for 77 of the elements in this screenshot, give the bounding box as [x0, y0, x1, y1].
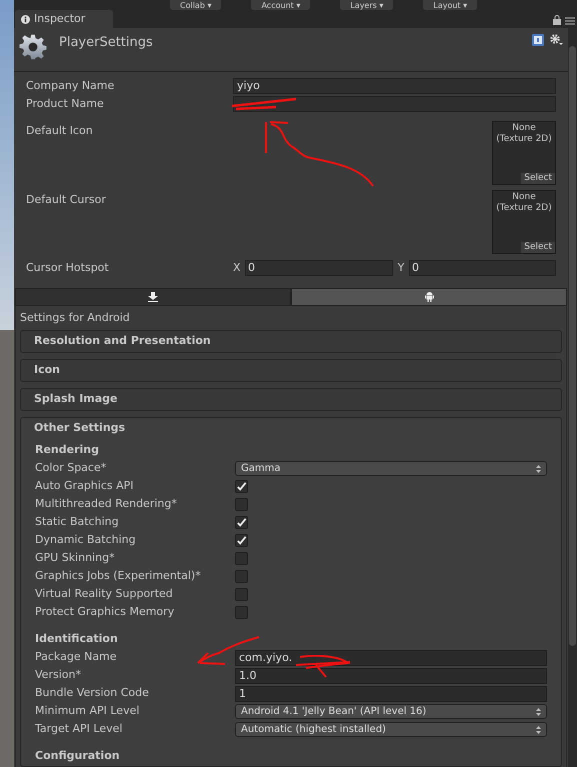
download-icon	[148, 292, 158, 302]
foldout-section[interactable]: Icon	[20, 358, 562, 382]
select-button[interactable]: Select	[521, 173, 555, 184]
number-field[interactable]: 0	[409, 260, 556, 276]
foldout-section[interactable]: Resolution and Presentation	[20, 330, 562, 352]
toolbar-button[interactable]: Collab ▾	[170, 0, 222, 10]
axis-label: Y	[396, 260, 406, 276]
number-field[interactable]: 0	[245, 260, 393, 276]
field-label: Version*	[35, 667, 82, 684]
checkbox[interactable]	[235, 480, 248, 493]
field-label: Virtual Reality Supported	[35, 586, 174, 602]
foldout-section[interactable]: Splash Image	[20, 388, 562, 410]
toolbar-button[interactable]: Layers ▾	[340, 0, 394, 10]
section-title: Icon	[34, 362, 60, 378]
text-field[interactable]: yiyo	[233, 78, 556, 94]
field-label: Minimum API Level	[35, 703, 140, 720]
select-button[interactable]: Select	[521, 242, 555, 253]
field-label: Auto Graphics API	[35, 478, 135, 494]
field-label: Company Name	[26, 78, 116, 94]
dropdown[interactable]: Automatic (highest installed)	[235, 722, 547, 737]
gear-icon	[19, 33, 47, 61]
field-label: GPU Skinning*	[35, 550, 116, 566]
menu-icon[interactable]	[565, 17, 575, 25]
field-label: Package Name	[35, 649, 118, 666]
toolbar-button[interactable]: Account ▾	[251, 0, 310, 10]
strikethrough-scribble	[230, 97, 298, 111]
axis-label: X	[233, 260, 242, 276]
field-label: Bundle Version Code	[35, 685, 150, 702]
checkmark-icon	[236, 481, 247, 492]
text-field[interactable]: 1	[235, 686, 547, 702]
checkbox[interactable]	[235, 552, 248, 565]
group-title: Identification	[35, 631, 118, 648]
field-label: Static Batching	[35, 514, 120, 530]
lock-icon[interactable]	[553, 15, 561, 25]
platform-tab[interactable]	[291, 288, 567, 306]
section-title: Splash Image	[34, 391, 118, 408]
checkbox[interactable]	[235, 498, 248, 511]
up-down-arrows-icon	[536, 708, 541, 716]
text-field[interactable]: 1.0	[235, 668, 547, 684]
section-title: Other Settings	[34, 420, 126, 436]
checkbox[interactable]	[235, 534, 248, 547]
checkbox[interactable]	[235, 606, 248, 619]
foldout-section[interactable]	[20, 416, 562, 766]
up-down-arrows-icon	[536, 726, 541, 734]
field-label: Color Space*	[35, 460, 108, 476]
up-down-arrows-icon	[536, 464, 541, 472]
checkmark-icon	[236, 535, 247, 546]
toolbar-button[interactable]: Layout ▾	[423, 0, 478, 10]
header-title: PlayerSettings	[59, 34, 153, 52]
field-label: Multithreaded Rendering*	[35, 496, 178, 512]
field-label: Default Cursor	[26, 192, 106, 208]
checkmark-icon	[236, 517, 247, 528]
field-label: Target API Level	[35, 721, 124, 738]
texture-value: None (Texture 2D)	[495, 191, 553, 214]
texture-slot[interactable]: None (Texture 2D) Select	[492, 190, 556, 254]
checkbox[interactable]	[235, 570, 248, 583]
field-label: Default Icon	[26, 123, 93, 139]
texture-value: None (Texture 2D)	[495, 122, 553, 145]
settings-title: Settings for Android	[20, 310, 131, 326]
dropdown[interactable]: Gamma	[235, 461, 547, 476]
field-label: Product Name	[26, 96, 105, 112]
group-title: Configuration	[35, 748, 120, 764]
checkbox[interactable]	[235, 516, 248, 529]
texture-slot[interactable]: None (Texture 2D) Select	[492, 121, 556, 185]
section-title: Resolution and Presentation	[34, 333, 211, 350]
field-label: Cursor Hotspot	[26, 260, 110, 276]
dropdown[interactable]: Android 4.1 'Jelly Bean' (API level 16)	[235, 704, 547, 719]
field-label: Dynamic Batching	[35, 532, 137, 548]
field-label: Protect Graphics Memory	[35, 604, 176, 620]
android-icon	[424, 292, 434, 302]
group-title: Rendering	[35, 442, 99, 458]
inspector-tab[interactable]: Inspector	[15, 10, 113, 28]
text-field[interactable]: com.yiyo.	[235, 650, 547, 666]
field-label: Graphics Jobs (Experimental)*	[35, 568, 202, 584]
info-icon	[21, 14, 30, 24]
checkbox[interactable]	[235, 588, 248, 601]
text-field[interactable]	[233, 96, 556, 112]
